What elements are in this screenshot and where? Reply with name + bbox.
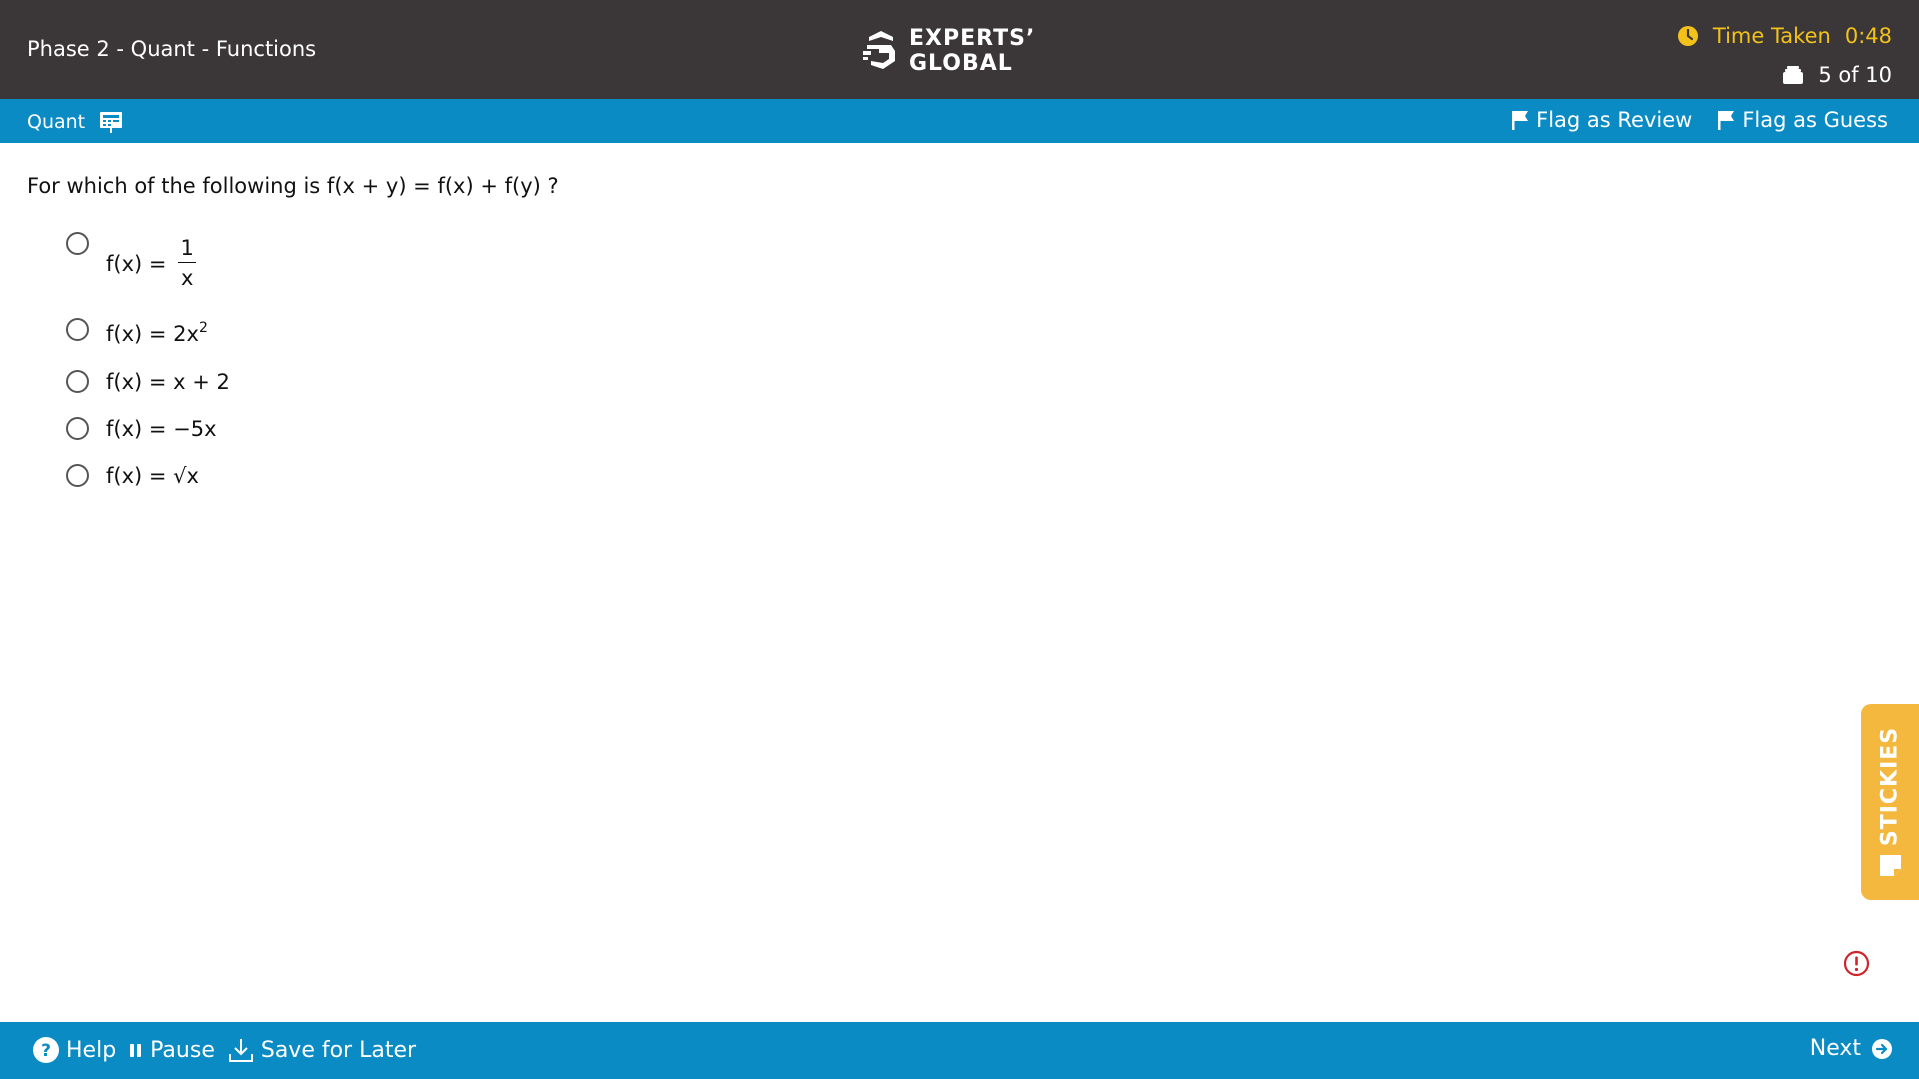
fraction-denominator: x	[180, 266, 194, 290]
top-header: Phase 2 - Quant - Functions EXPERTS’ GLO…	[0, 0, 1919, 99]
flag-icon	[1512, 111, 1529, 130]
flag-controls: Flag as Review Flag as Guess	[1486, 108, 1888, 132]
answer-option-c[interactable]: f(x) = x + 2	[66, 370, 230, 417]
section-info: Quant	[27, 110, 123, 134]
svg-text:?: ?	[41, 1041, 51, 1061]
time-taken: Time Taken 0:48	[1677, 24, 1892, 48]
stickies-label: STICKIES	[1877, 726, 1903, 847]
question-stem: For which of the following is f(x + y) =…	[27, 174, 559, 198]
question-count: 5 of 10	[1818, 63, 1892, 87]
option-text: f(x) = √x	[106, 464, 199, 488]
help-button[interactable]: ? Help	[32, 1036, 116, 1064]
answer-option-d[interactable]: f(x) = −5x	[66, 417, 230, 464]
option-text: f(x) = x + 2	[106, 370, 230, 394]
answer-option-b[interactable]: f(x) = 2x2	[66, 318, 230, 370]
option-prefix: f(x) =	[106, 252, 167, 276]
logo-text-line1: EXPERTS’	[909, 26, 1036, 51]
save-for-later-button[interactable]: Save for Later	[227, 1036, 416, 1064]
download-icon	[228, 1039, 253, 1062]
flag-as-review-button[interactable]: Flag as Review	[1510, 108, 1692, 132]
radio-button[interactable]	[66, 464, 89, 487]
next-label: Next	[1809, 1036, 1861, 1061]
option-exponent: 2	[198, 320, 208, 336]
sticky-note-icon	[1880, 855, 1901, 876]
logo-icon	[863, 31, 895, 69]
logo-text-line2: GLOBAL	[909, 51, 1013, 76]
clock-icon	[1677, 26, 1698, 46]
option-text: f(x) = −5x	[106, 417, 217, 441]
question-stack-icon	[1783, 66, 1804, 84]
bottom-toolbar: ? Help Pause Save for Later Next	[0, 1022, 1919, 1079]
fraction-numerator: 1	[178, 235, 196, 263]
logo: EXPERTS’ GLOBAL	[861, 26, 1035, 76]
help-icon: ?	[33, 1037, 59, 1063]
radio-button[interactable]	[66, 232, 89, 255]
flag-review-label: Flag as Review	[1536, 108, 1693, 132]
calculator-icon[interactable]	[99, 110, 123, 134]
next-button[interactable]: Next	[1810, 1036, 1893, 1061]
section-label: Quant	[27, 111, 86, 133]
alert-icon[interactable]	[1843, 950, 1870, 977]
pause-button[interactable]: Pause	[128, 1038, 215, 1063]
option-base: f(x) = 2x	[106, 322, 199, 346]
stickies-tab[interactable]: STICKIES	[1861, 704, 1919, 900]
question-counter: 5 of 10	[1782, 63, 1892, 87]
answer-option-a[interactable]: f(x) = 1 x	[66, 228, 230, 318]
answer-options: f(x) = 1 x f(x) = 2x2 f(x) = x + 2 f(x) …	[66, 228, 230, 511]
pause-icon	[130, 1044, 142, 1057]
option-text: f(x) = 2x2	[106, 320, 208, 346]
answer-option-e[interactable]: f(x) = √x	[66, 464, 230, 511]
flag-guess-label: Flag as Guess	[1742, 108, 1888, 132]
flag-as-guess-button[interactable]: Flag as Guess	[1716, 108, 1888, 132]
radio-button[interactable]	[66, 417, 89, 440]
page-title: Phase 2 - Quant - Functions	[27, 37, 317, 61]
option-text: f(x) = 1 x	[106, 235, 196, 293]
time-label: Time Taken	[1712, 24, 1831, 48]
arrow-right-icon	[1872, 1038, 1892, 1059]
radio-button[interactable]	[66, 370, 89, 393]
fraction: 1 x	[178, 235, 196, 293]
save-label: Save for Later	[260, 1037, 417, 1063]
flag-icon	[1718, 111, 1735, 130]
radio-button[interactable]	[66, 318, 89, 341]
help-label: Help	[66, 1037, 117, 1063]
time-value: 0:48	[1844, 24, 1892, 48]
pause-label: Pause	[150, 1037, 215, 1063]
section-bar: Quant Flag as Review Flag as Guess	[0, 99, 1919, 143]
